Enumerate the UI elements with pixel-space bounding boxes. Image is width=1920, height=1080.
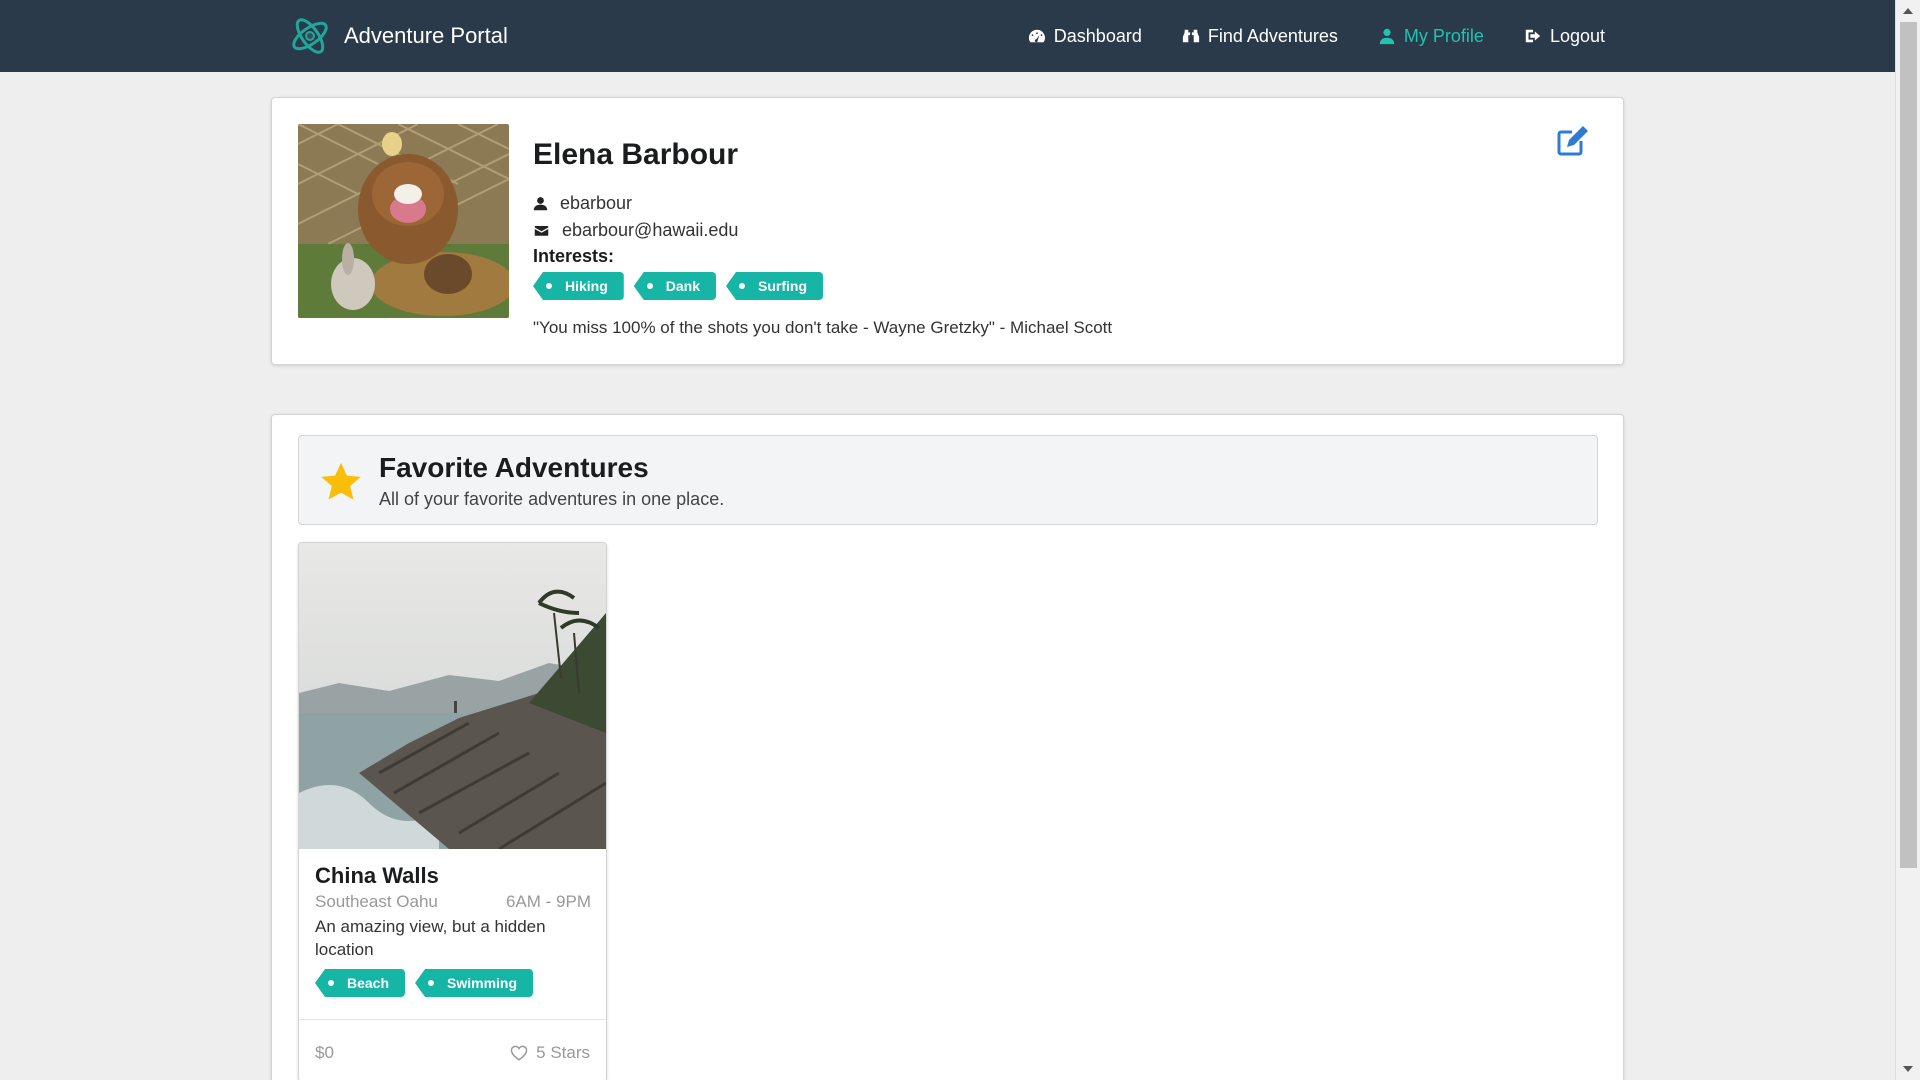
adventure-tags: Beach Swimming xyxy=(315,969,534,997)
adventure-card[interactable]: China Walls Southeast Oahu 6AM - 9PM An … xyxy=(298,542,607,1080)
adventure-rating[interactable]: 5 Stars xyxy=(510,1043,590,1063)
dashboard-icon xyxy=(1028,29,1045,43)
adventure-price: $0 xyxy=(315,1043,334,1062)
nav-my-profile-label: My Profile xyxy=(1403,25,1484,46)
heart-icon xyxy=(510,1045,528,1061)
favorites-card: Favorite Adventures All of your favorite… xyxy=(271,414,1624,1080)
adventure-rating-label: 5 Stars xyxy=(536,1043,590,1062)
adventure-description: An amazing view, but a hidden location xyxy=(315,917,546,959)
scrollbar[interactable] xyxy=(1895,0,1920,1080)
adventure-meta: Southeast Oahu 6AM - 9PM xyxy=(315,892,591,912)
interests-label: Interests: xyxy=(533,246,615,266)
user-icon xyxy=(533,197,548,211)
favorites-title: Favorite Adventures xyxy=(379,452,649,483)
nav-my-profile[interactable]: My Profile xyxy=(1378,26,1484,47)
interest-tag[interactable]: Surfing xyxy=(726,272,824,300)
brand-title: Adventure Portal xyxy=(344,23,508,48)
nav-dashboard-label: Dashboard xyxy=(1053,25,1142,46)
nav-find-adventures-label: Find Adventures xyxy=(1207,25,1338,46)
adventure-image xyxy=(299,543,606,849)
brand[interactable]: Adventure Portal xyxy=(288,12,508,60)
interest-tag[interactable]: Dank xyxy=(633,272,717,300)
interests-tags: Hiking Dank Surfing xyxy=(533,272,824,300)
adventure-tag[interactable]: Swimming xyxy=(415,969,534,997)
username-row: ebarbour xyxy=(533,193,632,214)
envelope-icon xyxy=(534,226,549,236)
profile-quote: "You miss 100% of the shots you don't ta… xyxy=(533,318,1113,337)
top-navbar: Adventure Portal Dashboard Find Adventur… xyxy=(0,0,1895,72)
nav-logout-label: Logout xyxy=(1549,25,1605,46)
adventure-footer: $0 5 Stars xyxy=(299,1019,606,1080)
email-row: ebarbour@hawaii.edu xyxy=(533,220,738,241)
adventure-title[interactable]: China Walls xyxy=(315,863,439,889)
favorites-subtitle: All of your favorite adventures in one p… xyxy=(379,489,725,509)
binoculars-icon xyxy=(1182,29,1199,43)
scroll-thumb[interactable] xyxy=(1900,22,1917,868)
nav-logout[interactable]: Logout xyxy=(1524,26,1605,47)
profile-photo xyxy=(298,124,509,318)
profile-username: ebarbour xyxy=(560,193,633,213)
user-icon xyxy=(1379,28,1395,45)
nav-find-adventures[interactable]: Find Adventures xyxy=(1182,26,1338,47)
logout-icon xyxy=(1525,29,1541,43)
favorites-header: Favorite Adventures All of your favorite… xyxy=(298,435,1598,525)
profile-name: Elena Barbour xyxy=(533,138,739,171)
scroll-down-arrow-icon[interactable] xyxy=(1903,1066,1913,1072)
atom-logo-icon xyxy=(292,18,328,54)
profile-card: Elena Barbour ebarbour ebarbour@hawaii.e… xyxy=(271,97,1624,365)
adventure-location: Southeast Oahu xyxy=(315,892,438,911)
scroll-up-arrow-icon[interactable] xyxy=(1903,8,1913,14)
edit-icon[interactable] xyxy=(1555,123,1591,159)
profile-email: ebarbour@hawaii.edu xyxy=(562,220,739,240)
nav-dashboard[interactable]: Dashboard xyxy=(1028,26,1142,47)
interest-tag[interactable]: Hiking xyxy=(533,272,624,300)
nav-menu: Dashboard Find Adventures My Profile Log… xyxy=(1028,0,1605,72)
adventure-hours: 6AM - 9PM xyxy=(505,892,591,911)
dog-photo xyxy=(298,124,509,318)
adventure-tag[interactable]: Beach xyxy=(315,969,406,997)
star-icon xyxy=(321,462,361,500)
